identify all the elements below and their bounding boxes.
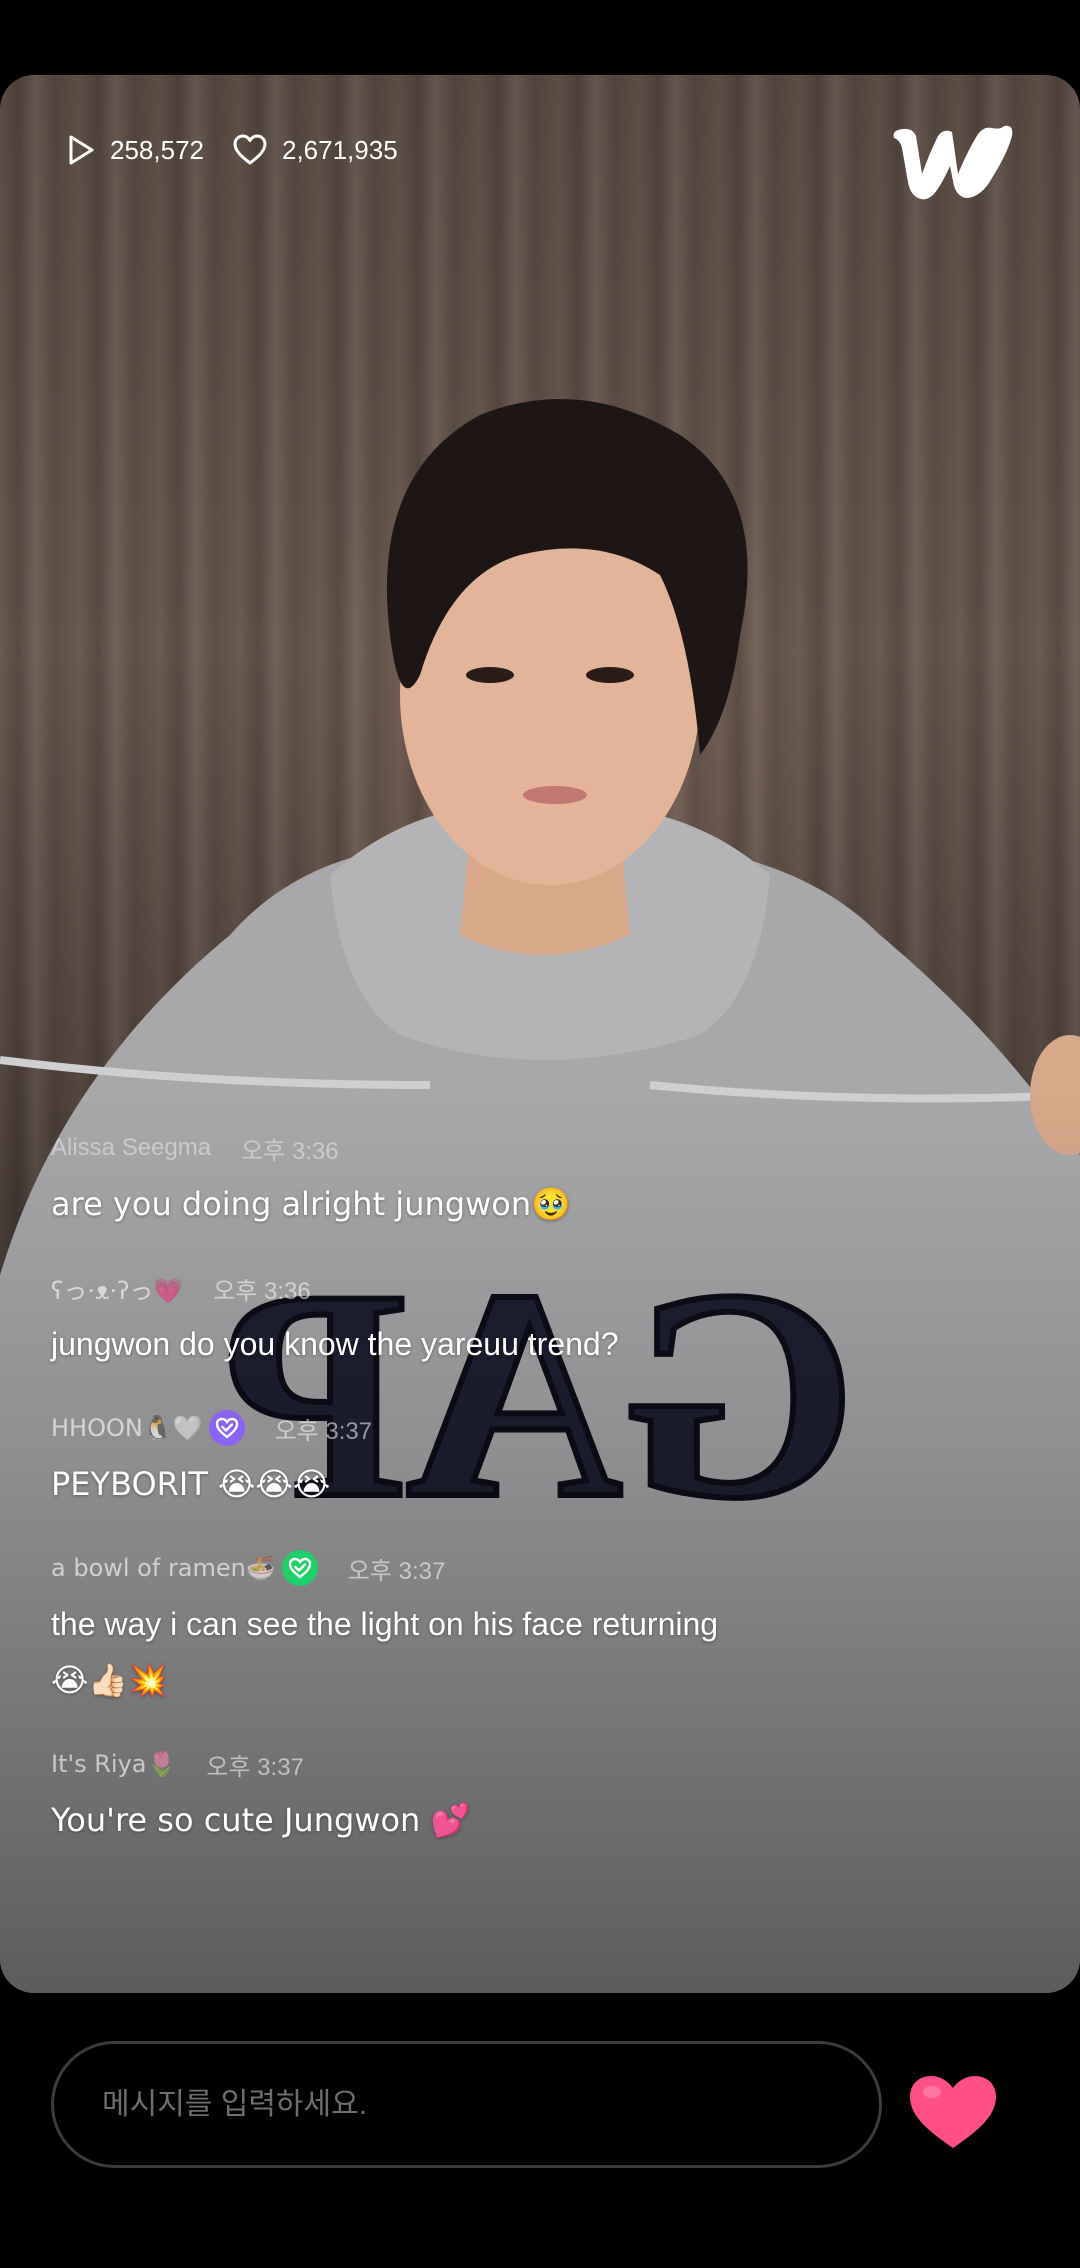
chat-message: a bowl of ramen🍜 오후 3:37 the way i can s… bbox=[51, 1548, 1011, 1708]
verified-heart-icon bbox=[215, 1417, 238, 1439]
chat-message: ʕっ·ᴥ·ʔっ💗 오후 3:36 jungwon do you know the… bbox=[51, 1268, 1011, 1372]
chat-meta: a bowl of ramen🍜 오후 3:37 bbox=[51, 1548, 1011, 1588]
weverse-logo-icon bbox=[893, 125, 1013, 200]
chat-time: 오후 3:36 bbox=[241, 1137, 339, 1165]
chat-meta: ʕっ·ᴥ·ʔっ💗 오후 3:36 bbox=[51, 1268, 1011, 1308]
heart-filled-icon bbox=[910, 2076, 996, 2148]
chat-username[interactable]: It's Riya🌷 bbox=[51, 1750, 176, 1778]
membership-badge-icon bbox=[208, 1410, 245, 1446]
chat-username[interactable]: ʕっ·ᴥ·ʔっ💗 bbox=[51, 1271, 183, 1306]
chat-meta: HHOON🐧🤍 오후 3:37 bbox=[51, 1408, 1011, 1448]
chat-time: 오후 3:37 bbox=[347, 1557, 446, 1585]
like-count-value: 2,671,935 bbox=[281, 134, 398, 165]
chat-text: You're so cute Jungwon 💕 bbox=[51, 1801, 471, 1839]
live-stats: 258,572 2,671,935 bbox=[66, 130, 412, 170]
chat-message: Alissa Seegma 오후 3:36 are you doing alri… bbox=[51, 1128, 1011, 1232]
like-count: 2,671,935 bbox=[232, 134, 398, 166]
chat-username[interactable]: a bowl of ramen🍜 bbox=[51, 1554, 276, 1582]
chat-text: the way i can see the light on his face … bbox=[51, 1606, 719, 1642]
chat-text-continued: 😭👍🏻💥 bbox=[51, 1661, 169, 1699]
chat-username[interactable]: Alissa Seegma bbox=[51, 1134, 211, 1162]
chat-time: 오후 3:36 bbox=[213, 1277, 311, 1305]
chat-username[interactable]: HHOON🐧🤍 bbox=[51, 1414, 203, 1442]
chat-time: 오후 3:37 bbox=[206, 1753, 304, 1781]
chat-meta: It's Riya🌷 오후 3:37 bbox=[51, 1744, 1011, 1784]
heart-outline-icon bbox=[233, 134, 267, 165]
like-button[interactable] bbox=[905, 2070, 1001, 2154]
message-input-container[interactable] bbox=[51, 2041, 882, 2168]
message-input[interactable] bbox=[102, 2087, 879, 2122]
chat-time: 오후 3:37 bbox=[274, 1417, 373, 1445]
chat-list[interactable]: Alissa Seegma 오후 3:36 are you doing alri… bbox=[51, 1128, 1011, 1884]
chat-text: jungwon do you know the yareuu trend? bbox=[51, 1326, 619, 1362]
play-icon bbox=[69, 135, 94, 165]
membership-badge-icon bbox=[281, 1550, 318, 1586]
chat-text: PEYBORIT 😭😭😭 bbox=[51, 1465, 331, 1503]
live-screen: GAP 258,572 2,671,935 Alissa Seegma 오후 3… bbox=[0, 0, 1080, 2268]
chat-meta: Alissa Seegma 오후 3:36 bbox=[51, 1128, 1011, 1168]
chat-text: are you doing alright jungwon🥹 bbox=[51, 1185, 571, 1223]
view-count-value: 258,572 bbox=[110, 134, 204, 165]
chat-message: It's Riya🌷 오후 3:37 You're so cute Jungwo… bbox=[51, 1744, 1011, 1848]
chat-message: HHOON🐧🤍 오후 3:37 PEYBORIT 😭😭😭 bbox=[51, 1408, 1011, 1512]
verified-heart-icon bbox=[288, 1557, 311, 1579]
view-count: 258,572 bbox=[66, 134, 204, 166]
